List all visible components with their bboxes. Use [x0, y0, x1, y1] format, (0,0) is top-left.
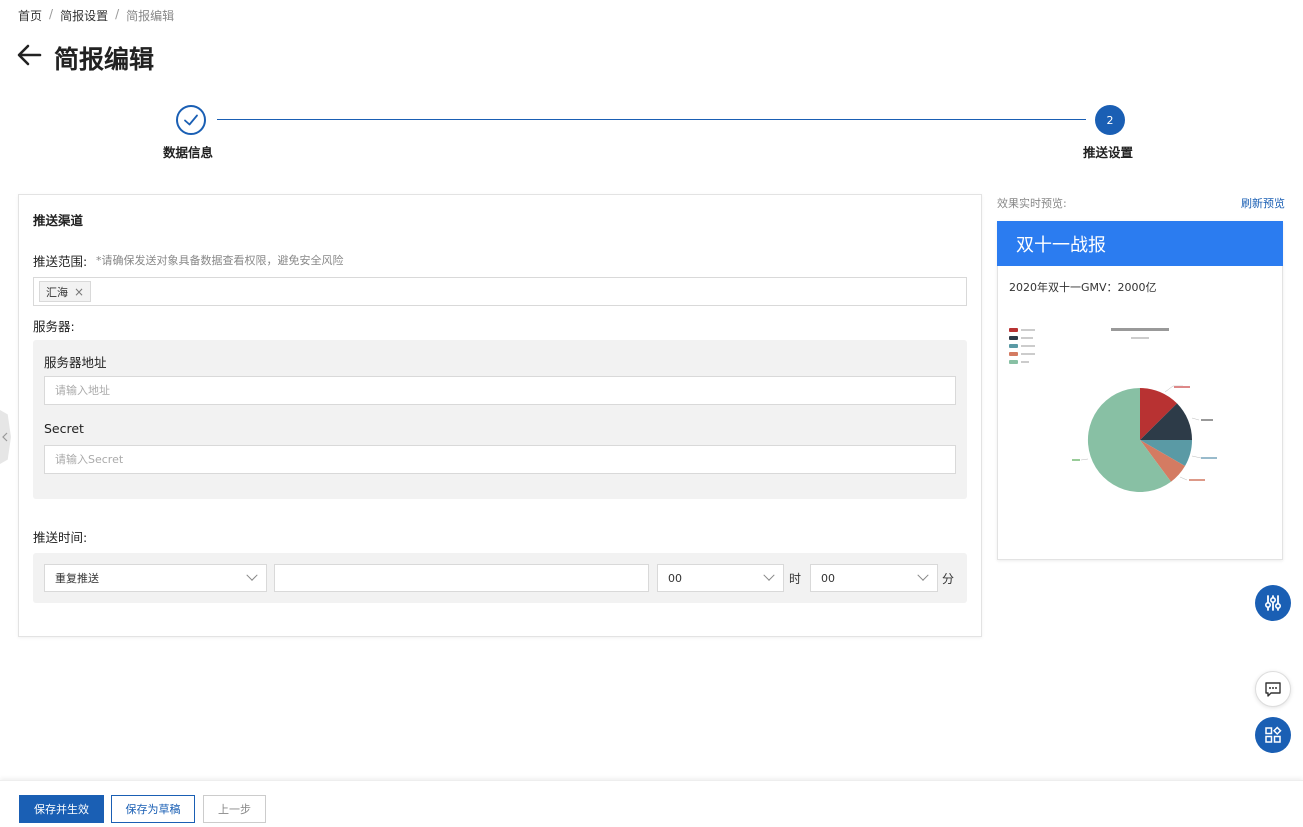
- chat-icon: [1265, 682, 1281, 697]
- step-1-label: 数据信息: [163, 145, 214, 160]
- secret-label: Secret: [44, 421, 84, 436]
- preview-gmv-text: 2020年双十一GMV：2000亿: [1009, 281, 1157, 294]
- save-and-apply-button[interactable]: 保存并生效: [19, 795, 104, 823]
- hour-select-value: 00: [668, 571, 682, 585]
- server-panel: [33, 340, 967, 499]
- side-collapse-handle[interactable]: [0, 410, 11, 464]
- tune-settings-button[interactable]: [1255, 585, 1291, 621]
- step-2-label: 推送设置: [1083, 145, 1134, 160]
- step-2-indicator: 2: [1095, 105, 1125, 135]
- breadcrumb-item-current: 简报编辑: [126, 9, 175, 23]
- tag-close-icon[interactable]: ×: [74, 285, 84, 299]
- section-title: 推送渠道: [33, 213, 84, 228]
- minute-select-value: 00: [821, 571, 835, 585]
- push-time-label: 推送时间:: [33, 530, 88, 545]
- scope-tag: 汇海 ×: [39, 281, 92, 302]
- chevron-down-icon: [763, 569, 775, 581]
- hour-unit-label: 时: [789, 572, 802, 586]
- legend-swatches: [1009, 328, 1035, 364]
- preview-label: 效果实时预览:: [997, 197, 1067, 210]
- apps-grid-icon: [1265, 726, 1282, 743]
- preview-header: 双十一战报: [997, 221, 1283, 266]
- chevron-down-icon: [917, 569, 929, 581]
- repeat-select-value: 重复推送: [55, 572, 99, 585]
- sliders-icon: [1264, 595, 1282, 611]
- server-address-input[interactable]: [44, 376, 956, 405]
- chat-button[interactable]: [1255, 671, 1291, 707]
- save-as-draft-button[interactable]: 保存为草稿: [111, 795, 195, 823]
- breadcrumb-separator: /: [49, 7, 54, 21]
- step-1-done-icon: [176, 105, 206, 135]
- scope-tag-label: 汇海: [46, 285, 68, 299]
- step-connector: [217, 119, 1086, 120]
- push-scope-hint: *请确保发送对象具备数据查看权限，避免安全风险: [96, 254, 344, 267]
- previous-step-button[interactable]: 上一步: [203, 795, 266, 823]
- preview-pie-chart-image: [1009, 328, 1217, 492]
- back-arrow-icon[interactable]: [16, 42, 42, 68]
- breadcrumb-separator: /: [115, 7, 120, 21]
- repeat-select[interactable]: 重复推送: [44, 564, 267, 592]
- apps-button[interactable]: [1255, 717, 1291, 753]
- page-title: 简报编辑: [54, 45, 155, 74]
- secret-input[interactable]: [44, 445, 956, 474]
- breadcrumb-item-brief-settings[interactable]: 简报设置: [60, 7, 108, 24]
- push-scope-label: 推送范围:: [33, 254, 88, 269]
- server-address-label: 服务器地址: [44, 355, 107, 370]
- repeat-detail-input[interactable]: [274, 564, 649, 592]
- server-label: 服务器:: [33, 319, 75, 334]
- minute-select[interactable]: 00: [810, 564, 938, 592]
- refresh-preview-link[interactable]: 刷新预览: [1241, 195, 1285, 211]
- breadcrumb-item-home[interactable]: 首页: [18, 7, 42, 24]
- breadcrumb: 首页 / 简报设置 / 简报编辑: [18, 7, 174, 24]
- footer-bar: [0, 780, 1303, 827]
- push-scope-select[interactable]: [33, 277, 967, 306]
- chevron-down-icon: [246, 569, 258, 581]
- minute-unit-label: 分: [942, 572, 955, 586]
- hour-select[interactable]: 00: [657, 564, 784, 592]
